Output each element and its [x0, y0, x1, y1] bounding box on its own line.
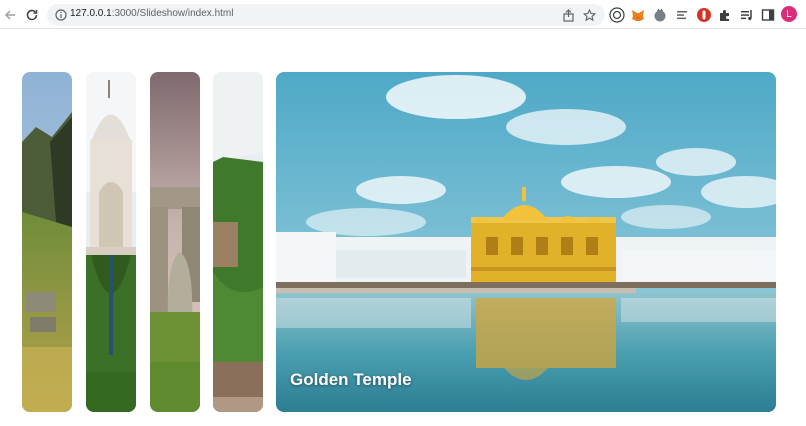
reload-button[interactable] — [22, 5, 42, 25]
back-arrow-icon — [4, 10, 15, 20]
bookmark-star-icon[interactable] — [581, 7, 597, 23]
url-text[interactable]: 127.0.0.1:3000/Slideshow/index.html — [70, 8, 233, 19]
slideshow: Golden Temple — [0, 29, 806, 426]
slide-white-marble-mausoleum[interactable] — [86, 72, 136, 412]
slide-standing-stones[interactable] — [150, 72, 200, 412]
slide-green-hillside[interactable] — [213, 72, 263, 412]
url-path: :3000/Slideshow/index.html — [111, 8, 234, 19]
profile-avatar[interactable]: L — [781, 6, 797, 22]
ext-red-icon[interactable] — [695, 6, 713, 24]
ext-3-icon[interactable] — [651, 6, 669, 24]
site-info-icon[interactable] — [53, 7, 69, 23]
green-hillside-image — [213, 72, 263, 412]
share-icon[interactable] — [560, 7, 576, 23]
mausoleum-image — [86, 72, 136, 412]
media-queue-icon[interactable] — [738, 6, 756, 24]
standing-stones-image — [150, 72, 200, 412]
url-host: 127.0.0.1 — [70, 8, 112, 19]
side-panel-icon[interactable] — [759, 6, 777, 24]
browser-toolbar: 127.0.0.1:3000/Slideshow/index.html L — [0, 0, 806, 29]
extensions-puzzle-icon[interactable] — [716, 6, 734, 24]
ext-4-icon[interactable] — [673, 6, 691, 24]
metamask-fox-icon[interactable] — [629, 6, 647, 24]
golden-temple-image — [276, 72, 776, 412]
mountain-ruins-image — [22, 72, 72, 412]
reload-icon — [26, 9, 38, 21]
slide-mountain-ruins[interactable] — [22, 72, 72, 412]
slide-golden-temple[interactable]: Golden Temple — [276, 72, 776, 412]
address-bar[interactable]: 127.0.0.1:3000/Slideshow/index.html — [47, 4, 605, 26]
slide-caption: Golden Temple — [290, 370, 412, 389]
back-button[interactable] — [0, 5, 20, 25]
ext-1-icon[interactable] — [608, 6, 626, 24]
